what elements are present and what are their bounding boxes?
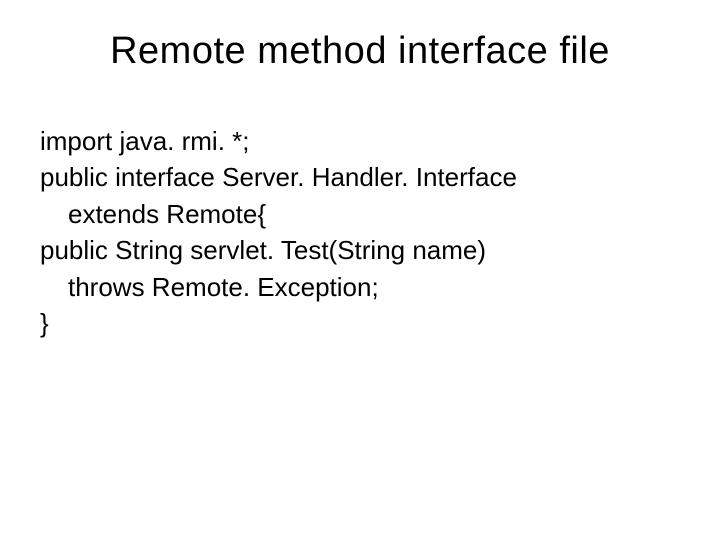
code-line-interface-decl: public interface Server. Handler. Interf… bbox=[40, 159, 680, 195]
code-line-throws: throws Remote. Exception; bbox=[40, 269, 680, 305]
code-line-method-decl: public String servlet. Test(String name) bbox=[40, 232, 680, 268]
code-line-extends: extends Remote{ bbox=[40, 196, 680, 232]
slide-title: Remote method interface file bbox=[40, 30, 680, 73]
code-line-close-brace: } bbox=[40, 305, 680, 341]
code-block: import java. rmi. *; public interface Se… bbox=[40, 123, 680, 341]
code-line-import: import java. rmi. *; bbox=[40, 123, 680, 159]
